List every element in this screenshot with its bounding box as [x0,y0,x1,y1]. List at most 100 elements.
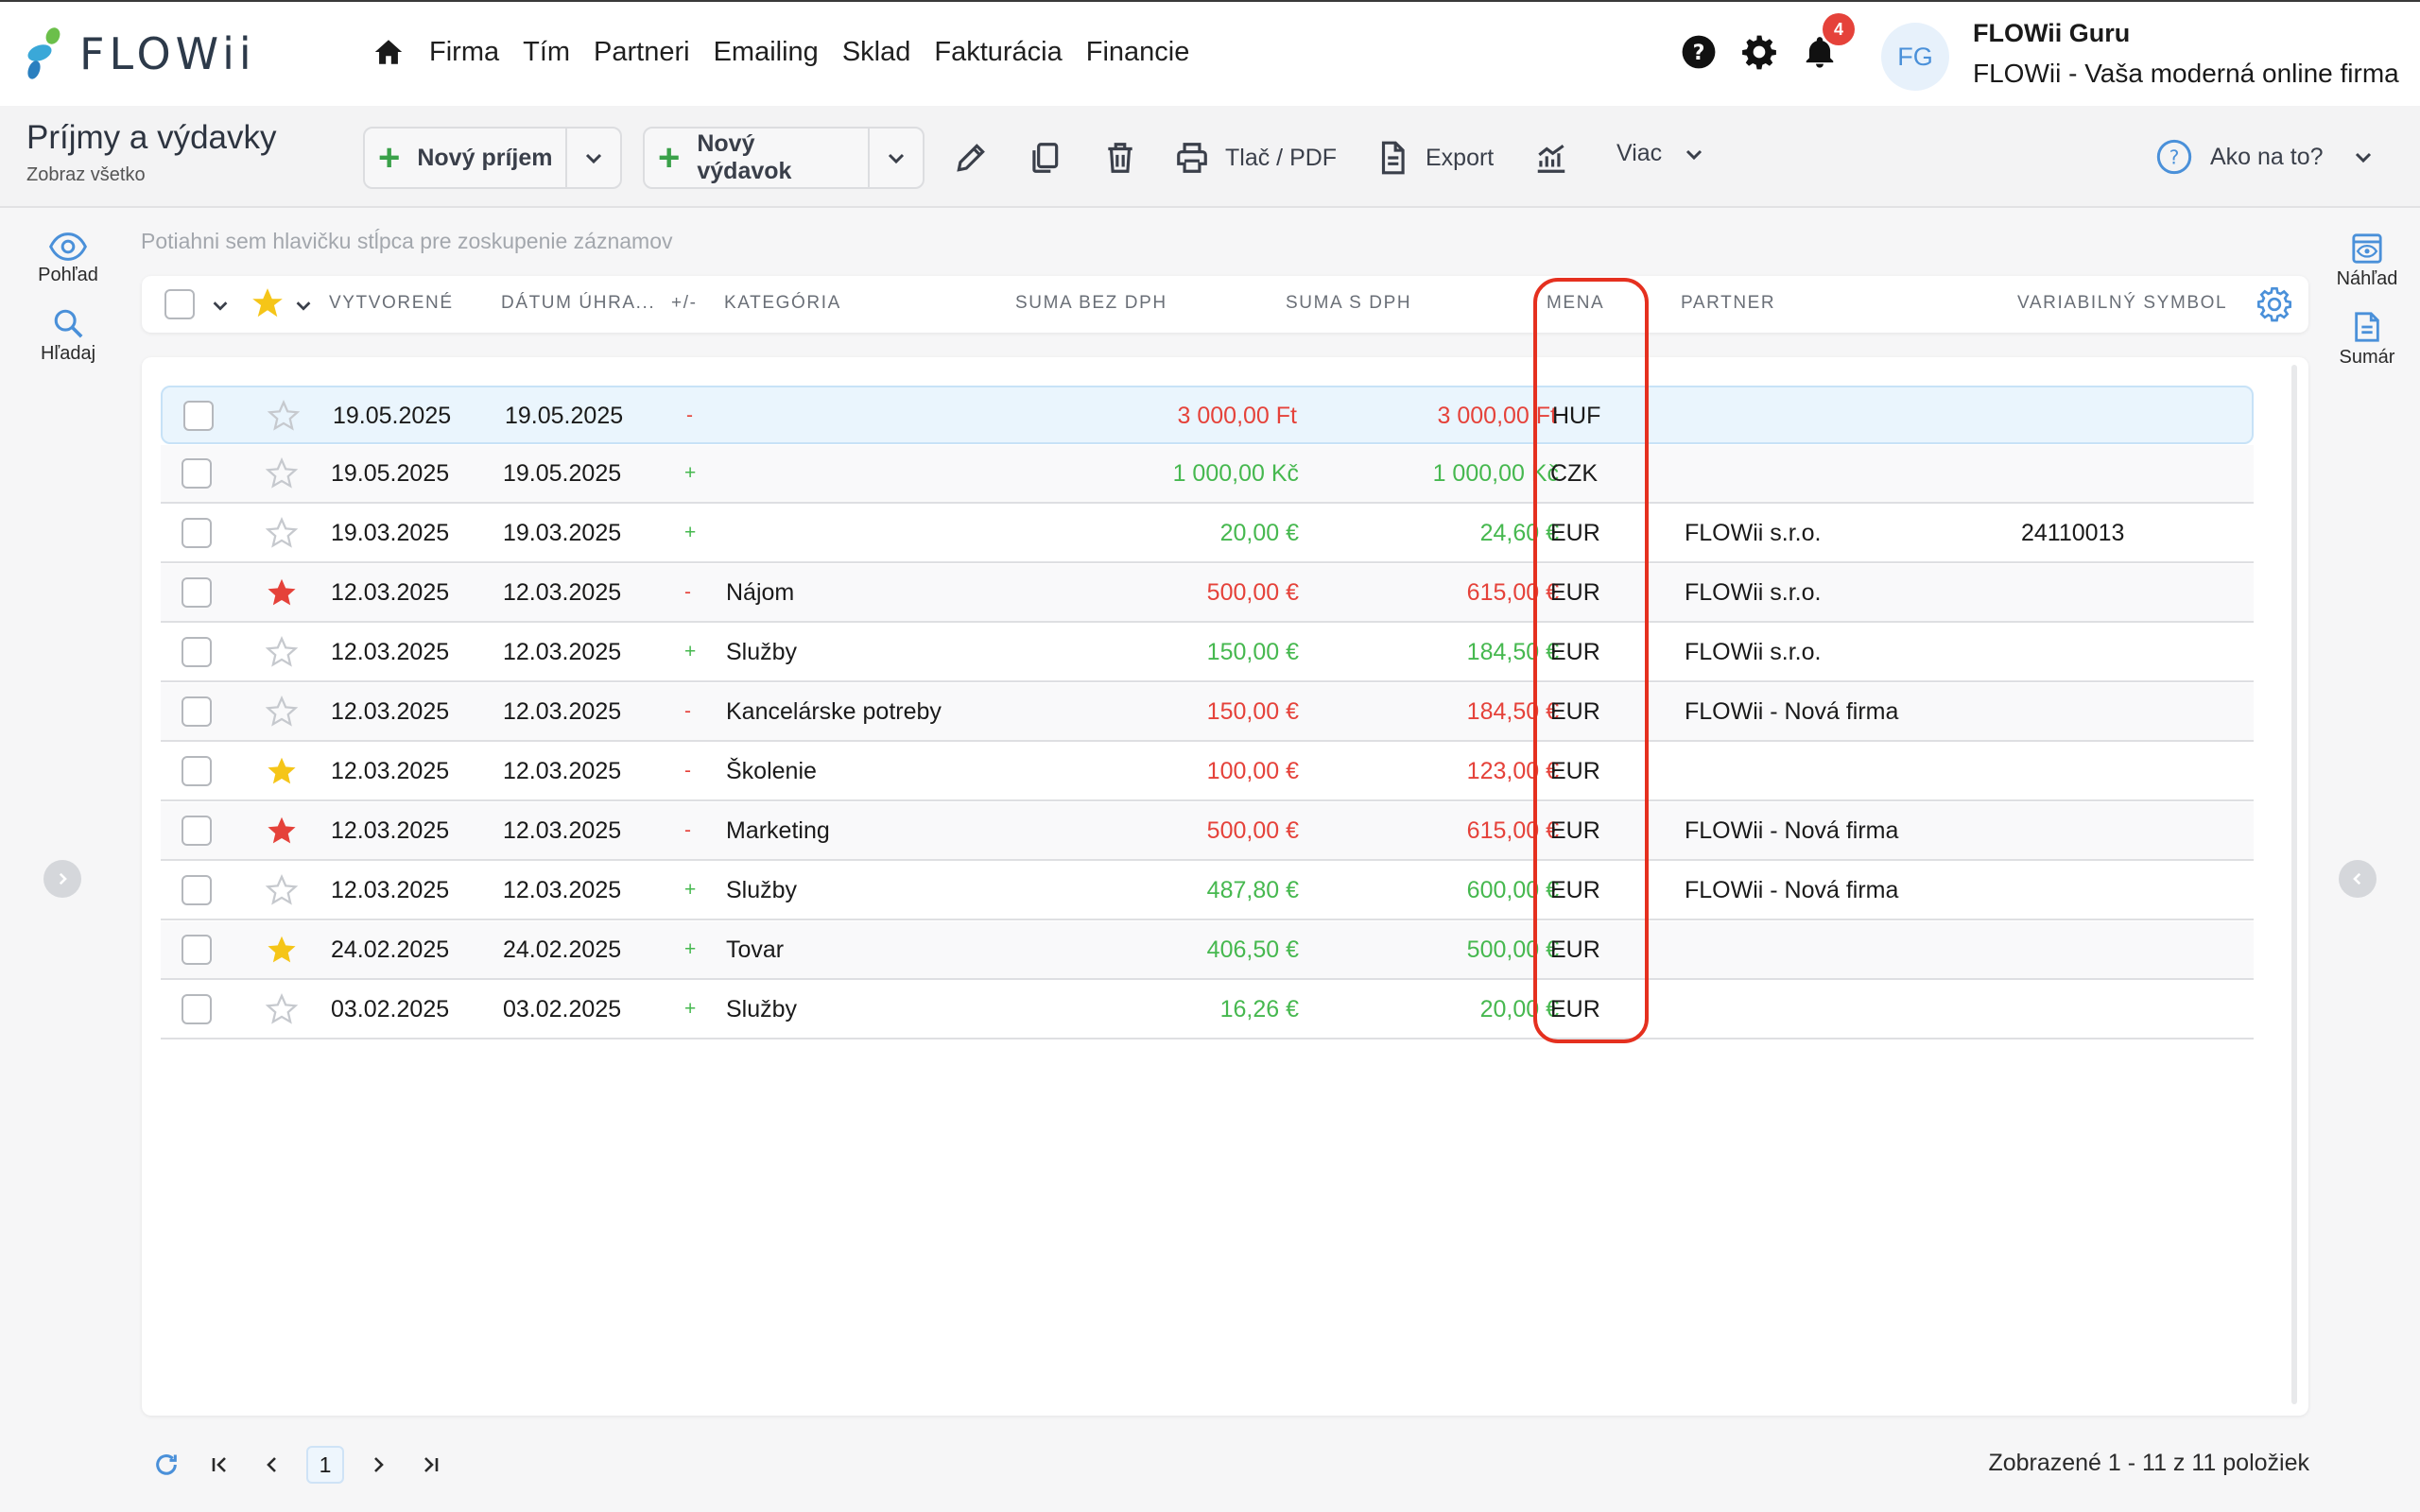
new-income-button[interactable]: + Nový príjem [365,129,565,187]
current-page-number[interactable]: 1 [306,1446,344,1484]
net-amount: 16,26 € [1219,996,1299,1022]
gross-amount: 184,50 € [1466,698,1559,725]
column-header-sign[interactable]: +/- [671,293,698,314]
column-header-net-amount[interactable]: SUMA BEZ DPH [1015,293,1167,314]
table-row[interactable]: 12.03.2025 12.03.2025 + Služby 487,80 € 600,0… [161,862,2254,920]
star-empty-icon[interactable] [265,456,299,490]
column-header-partner[interactable]: PARTNER [1681,293,1775,314]
user-avatar[interactable]: FG [1881,23,1949,91]
partner: FLOWii - Nová firma [1685,877,1899,903]
row-checkbox[interactable] [182,696,212,727]
star-red-icon[interactable] [265,814,299,848]
table-row[interactable]: 12.03.2025 12.03.2025 - Školenie 100,00 € 123… [161,743,2254,801]
first-page-button[interactable] [200,1446,238,1484]
star-yellow-icon[interactable] [265,933,299,967]
help-label: Ako na to? [2210,143,2324,170]
star-red-icon[interactable] [265,576,299,610]
star-filter-icon[interactable] [250,285,285,321]
help-dropdown[interactable]: ? Ako na to? [2155,138,2375,176]
menu-item-financie[interactable]: Financie [1086,37,1190,68]
table-row[interactable]: 24.02.2025 24.02.2025 + Tovar 406,50 € 500,00… [161,921,2254,980]
new-expense-split-button: + Nový výdavok [643,127,925,189]
column-header-paid-date[interactable]: DÁTUM ÚHRA... [501,293,655,314]
question-circle-icon: ? [2156,139,2192,175]
menu-item-fakturacia[interactable]: Fakturácia [934,37,1062,68]
search-button[interactable]: Hľadaj [28,307,108,365]
row-checkbox[interactable] [182,458,212,489]
next-page-button[interactable] [359,1446,397,1484]
table-row[interactable]: 12.03.2025 12.03.2025 + Služby 150,00 € 184,5… [161,624,2254,682]
svg-text:?: ? [1693,41,1705,65]
search-label: Hľadaj [40,343,96,364]
menu-item-emailing[interactable]: Emailing [714,37,819,68]
menu-item-tim[interactable]: Tím [523,37,570,68]
select-all-checkbox[interactable] [164,289,195,319]
table-row[interactable]: 03.02.2025 03.02.2025 + Služby 16,26 € 20,00 … [161,981,2254,1040]
view-button[interactable]: Pohľad [28,232,108,286]
group-by-dropzone[interactable]: Potiahni sem hlavičku stĺpca pre zoskupe… [141,229,673,254]
star-empty-icon[interactable] [265,992,299,1026]
chart-button[interactable] [1533,140,1569,176]
help-circle-icon[interactable]: ? [1681,34,1717,70]
star-empty-icon[interactable] [265,873,299,907]
star-filter-chevron-icon[interactable] [293,295,314,316]
column-header-gross-amount[interactable]: SUMA S DPH [1286,293,1411,314]
star-yellow-icon[interactable] [265,754,299,788]
last-page-button[interactable] [412,1446,450,1484]
row-checkbox[interactable] [182,637,212,667]
home-icon[interactable] [372,36,405,68]
delete-button[interactable] [1102,140,1138,176]
page-subtitle[interactable]: Zobraz všetko [26,164,146,186]
new-expense-dropdown[interactable] [868,129,923,187]
row-checkbox[interactable] [182,518,212,548]
summary-button[interactable]: Sumár [2327,311,2407,369]
flowii-logo[interactable]: FLOWii [25,26,256,81]
chevron-right-icon [374,1457,384,1472]
export-button[interactable]: Export [1374,140,1494,176]
column-header-created[interactable]: VYTVORENÉ [329,293,454,314]
table-row[interactable]: 12.03.2025 12.03.2025 - Nájom 500,00 € 615,00… [161,564,2254,623]
left-side-panel: Pohľad Hľadaj [28,232,108,386]
row-checkbox[interactable] [182,935,212,965]
row-checkbox[interactable] [182,875,212,905]
row-checkbox[interactable] [182,994,212,1024]
vertical-scrollbar[interactable] [2291,365,2297,1404]
menu-item-partneri[interactable]: Partneri [594,37,690,68]
refresh-button[interactable] [147,1446,185,1484]
column-header-currency[interactable]: MENA [1547,293,1604,314]
select-options-chevron-icon[interactable] [210,295,231,316]
row-checkbox[interactable] [182,756,212,786]
row-checkbox[interactable] [183,401,214,431]
table-row[interactable]: 19.05.2025 19.05.2025 +1 000,00 Kč 1 000,00… [161,445,2254,504]
star-empty-icon[interactable] [267,399,301,433]
menu-item-sklad[interactable]: Sklad [842,37,911,68]
row-checkbox[interactable] [182,816,212,846]
collapse-right-button[interactable] [2339,860,2377,898]
star-empty-icon[interactable] [265,695,299,729]
notifications-bell[interactable]: 4 [1802,13,1855,70]
more-dropdown[interactable]: Viac [1616,140,1705,167]
chevron-down-icon [586,153,602,164]
new-income-dropdown[interactable] [565,129,620,187]
star-empty-icon[interactable] [265,516,299,550]
table-row[interactable]: 19.05.2025 19.05.2025 - 3 000,00 Ft 3 000,00… [161,386,2254,444]
user-name[interactable]: FLOWii Guru [1973,19,2130,48]
print-pdf-button[interactable]: Tlač / PDF [1174,140,1337,176]
table-row[interactable]: 12.03.2025 12.03.2025 - Kancelárske potreby… [161,683,2254,742]
column-settings-gear-icon[interactable] [2256,285,2293,323]
duplicate-button[interactable] [1027,140,1063,176]
preview-button[interactable]: Náhľad [2327,232,2407,290]
table-row[interactable]: 19.03.2025 19.03.2025 +20,00 € 24,60 € EUR FL… [161,505,2254,563]
column-header-category[interactable]: KATEGÓRIA [724,293,841,314]
main-menu: Firma Tím Partneri Emailing Sklad Faktur… [372,36,1213,68]
collapse-left-button[interactable] [43,860,81,898]
previous-page-button[interactable] [253,1446,291,1484]
table-row[interactable]: 12.03.2025 12.03.2025 - Marketing 500,00 € 61… [161,802,2254,861]
new-expense-button[interactable]: + Nový výdavok [645,129,868,187]
star-empty-icon[interactable] [265,635,299,669]
settings-gear-icon[interactable] [1741,34,1777,70]
edit-button[interactable] [953,140,989,176]
column-header-variable-symbol[interactable]: VARIABILNÝ SYMBOL [2017,293,2227,314]
row-checkbox[interactable] [182,577,212,608]
menu-item-firma[interactable]: Firma [429,37,499,68]
